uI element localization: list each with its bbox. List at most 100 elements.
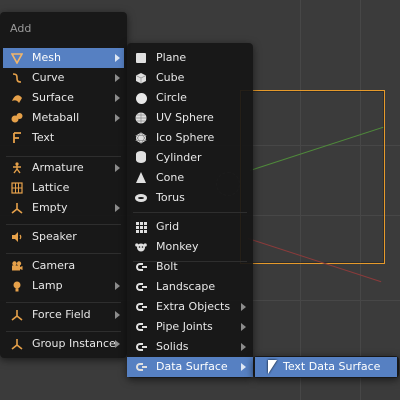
group-instance-icon — [10, 337, 24, 351]
menu-separator — [6, 331, 121, 332]
add-menu-item-curve[interactable]: Curve — [3, 68, 124, 88]
add-menu-item-lattice[interactable]: Lattice — [3, 178, 124, 198]
circle-icon — [134, 91, 148, 105]
mesh-item-pipe-joints[interactable]: Pipe Joints — [127, 317, 253, 337]
camera-icon — [10, 259, 24, 273]
mesh-item-label: UV Sphere — [156, 111, 214, 124]
surface-icon — [10, 91, 24, 105]
submenu-arrow-icon — [241, 363, 246, 371]
add-menu-item-mesh[interactable]: Mesh — [3, 48, 124, 68]
plugin-icon — [134, 300, 148, 314]
selected-plane-outline[interactable] — [240, 90, 385, 264]
torus-icon — [134, 191, 148, 205]
mesh-item-bolt[interactable]: Bolt — [127, 257, 253, 277]
mesh-item-monkey[interactable]: Monkey — [127, 237, 253, 257]
uv-sphere-icon — [134, 111, 148, 125]
add-menu-item-text[interactable]: Text — [3, 128, 124, 148]
mesh-item-label: Circle — [156, 91, 187, 104]
submenu-arrow-icon — [241, 303, 246, 311]
mesh-item-solids[interactable]: Solids — [127, 337, 253, 357]
submenu-arrow-icon — [115, 114, 120, 122]
add-menu-item-label: Metaball — [32, 111, 80, 124]
mesh-item-cylinder[interactable]: Cylinder — [127, 148, 253, 168]
add-menu-item-armature[interactable]: Armature — [3, 158, 124, 178]
add-menu-item-label: Mesh — [32, 51, 61, 64]
menu-separator — [6, 156, 121, 157]
armature-icon — [10, 161, 24, 175]
mesh-submenu: Plane Cube Circle UV Sphere Ico Sphere C… — [127, 43, 253, 378]
submenu-arrow-icon — [115, 282, 120, 290]
empty-icon — [10, 201, 24, 215]
mesh-item-label: Landscape — [156, 280, 216, 293]
force-field-icon — [10, 308, 24, 322]
submenu-arrow-icon — [115, 164, 120, 172]
mesh-item-circle[interactable]: Circle — [127, 88, 253, 108]
mesh-item-label: Extra Objects — [156, 300, 231, 313]
add-menu-item-lamp[interactable]: Lamp — [3, 276, 124, 296]
metaball-icon — [10, 111, 24, 125]
mesh-item-label: Cone — [156, 171, 185, 184]
mesh-item-grid[interactable]: Grid — [127, 217, 253, 237]
mesh-item-ico-sphere[interactable]: Ico Sphere — [127, 128, 253, 148]
mouse-pointer-icon — [268, 360, 277, 374]
submenu-arrow-icon — [115, 54, 120, 62]
grid-icon — [134, 220, 148, 234]
cylinder-icon — [134, 150, 148, 164]
plugin-icon — [134, 260, 148, 274]
mesh-item-label: Pipe Joints — [156, 320, 213, 333]
menu-separator — [6, 253, 121, 254]
mesh-item-label: Solids — [156, 340, 189, 353]
add-menu-item-empty[interactable]: Empty — [3, 198, 124, 218]
plugin-icon — [134, 280, 148, 294]
add-menu-item-speaker[interactable]: Speaker — [3, 227, 124, 247]
text-icon — [10, 131, 24, 145]
cube-icon — [134, 71, 148, 85]
add-menu-item-label: Text — [32, 131, 55, 144]
mesh-item-extra-objects[interactable]: Extra Objects — [127, 297, 253, 317]
mesh-item-landscape[interactable]: Landscape — [127, 277, 253, 297]
add-menu-item-label: Surface — [32, 91, 74, 104]
curve-icon — [10, 71, 24, 85]
submenu-arrow-icon — [115, 74, 120, 82]
mesh-item-label: Torus — [156, 191, 185, 204]
add-menu-item-label: Group Instance — [32, 337, 116, 350]
mesh-item-label: Cube — [156, 71, 185, 84]
mesh-item-plane[interactable]: Plane — [127, 48, 253, 68]
menu-separator — [6, 224, 121, 225]
add-menu-item-metaball[interactable]: Metaball — [3, 108, 124, 128]
add-menu-item-label: Empty — [32, 201, 68, 214]
mesh-item-uv-sphere[interactable]: UV Sphere — [127, 108, 253, 128]
mesh-item-label: Grid — [156, 220, 180, 233]
plane-icon — [134, 51, 148, 65]
mesh-item-cone[interactable]: Cone — [127, 168, 253, 188]
menu-separator — [6, 302, 121, 303]
cone-icon — [134, 170, 148, 184]
plugin-icon — [134, 340, 148, 354]
submenu-arrow-icon — [115, 340, 120, 348]
data-surface-item-label: Text Data Surface — [283, 360, 381, 373]
add-menu-item-label: Armature — [32, 161, 84, 174]
add-menu-item-label: Camera — [32, 259, 76, 272]
add-menu-item-camera[interactable]: Camera — [3, 256, 124, 276]
plugin-icon — [134, 360, 148, 374]
add-menu-item-surface[interactable]: Surface — [3, 88, 124, 108]
submenu-arrow-icon — [241, 323, 246, 331]
ico-sphere-icon — [134, 131, 148, 145]
mesh-item-data-surface[interactable]: Data Surface — [127, 357, 253, 377]
add-menu-item-label: Speaker — [32, 230, 77, 243]
mesh-item-label: Plane — [156, 51, 187, 64]
menu-separator — [133, 212, 247, 213]
add-menu-title: Add — [10, 22, 32, 35]
mesh-item-label: Cylinder — [156, 151, 202, 164]
submenu-arrow-icon — [115, 204, 120, 212]
add-menu-item-group-instance[interactable]: Group Instance — [3, 334, 124, 354]
add-menu-item-label: Lattice — [32, 181, 70, 194]
submenu-arrow-icon — [241, 343, 246, 351]
mesh-item-label: Ico Sphere — [156, 131, 215, 144]
add-menu-item-force-field[interactable]: Force Field — [3, 305, 124, 325]
mesh-icon — [10, 51, 24, 65]
mesh-item-torus[interactable]: Torus — [127, 188, 253, 208]
submenu-arrow-icon — [115, 94, 120, 102]
mesh-item-label: Bolt — [156, 260, 178, 273]
mesh-item-cube[interactable]: Cube — [127, 68, 253, 88]
